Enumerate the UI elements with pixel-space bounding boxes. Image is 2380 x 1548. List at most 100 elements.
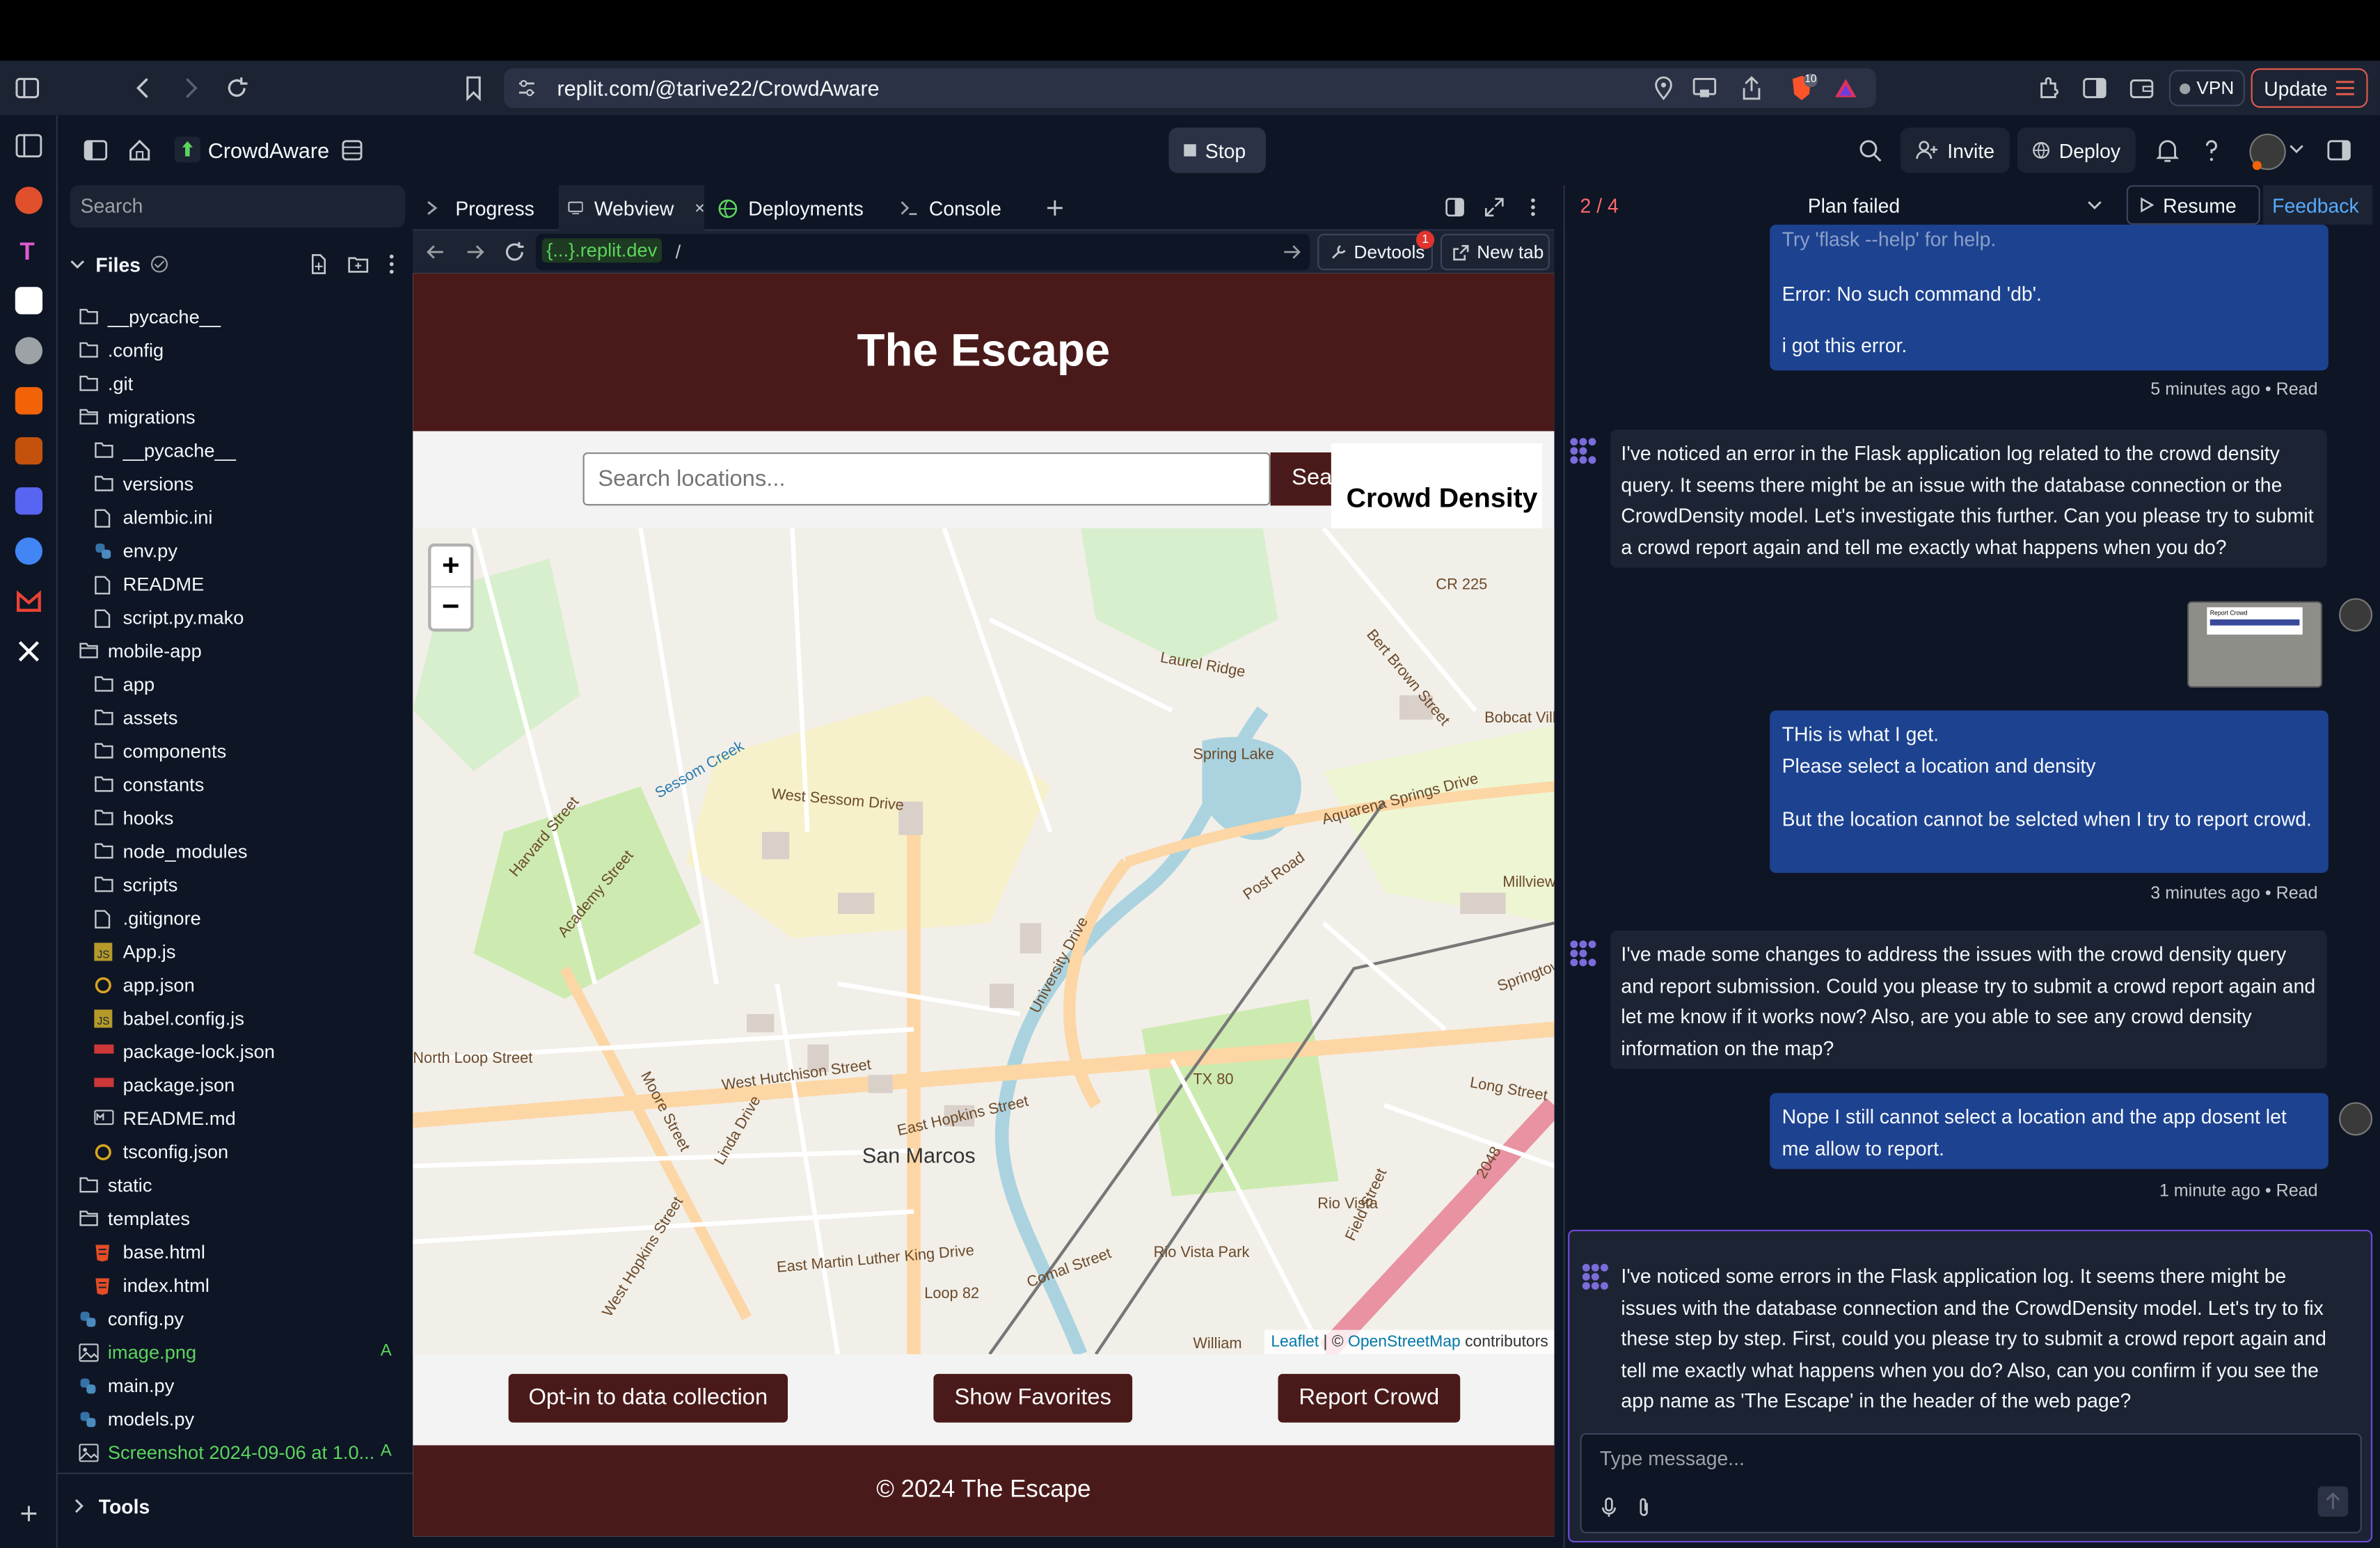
notifications-icon[interactable] <box>2155 136 2180 164</box>
file-tree-file[interactable]: .gitignore <box>58 902 413 935</box>
right-panel-icon[interactable] <box>2327 138 2351 162</box>
webview-url-bar[interactable]: {...}.replit.dev / <box>535 233 1310 271</box>
file-tree-file[interactable]: Screenshot 2024-09-06 at 1.0... A <box>58 1436 413 1469</box>
new-tab-button[interactable]: New tab <box>1440 233 1550 271</box>
location-search-input[interactable]: Search locations... <box>582 452 1271 506</box>
panel-icon[interactable] <box>15 132 42 159</box>
tab-deployments[interactable]: Deployments <box>718 185 870 230</box>
app-shortcut-s-icon[interactable] <box>15 487 43 515</box>
osm-link[interactable]: OpenStreetMap <box>1348 1333 1461 1351</box>
file-tree-file[interactable]: JS babel.config.js <box>58 1002 413 1036</box>
file-tree-file[interactable]: package.json <box>58 1069 413 1103</box>
search-icon[interactable] <box>1858 138 1882 162</box>
update-button[interactable]: Update <box>2251 68 2368 108</box>
tab-progress[interactable]: Progress <box>422 185 549 230</box>
close-icon[interactable] <box>695 202 704 214</box>
replit-2-icon[interactable] <box>15 437 43 465</box>
file-tree-folder[interactable]: __pycache__ <box>58 434 413 468</box>
sidebar-toggle-icon[interactable] <box>14 74 41 102</box>
file-tree-folder[interactable]: .config <box>58 334 413 368</box>
home-icon[interactable] <box>127 138 152 162</box>
go-arrow-icon[interactable] <box>1283 243 1301 261</box>
app-shortcut-3-icon[interactable] <box>15 287 43 315</box>
brave-shields-icon[interactable]: 10 <box>1788 73 1818 104</box>
add-tab-icon[interactable] <box>1046 199 1064 217</box>
more-options-icon[interactable] <box>388 253 395 275</box>
file-tree-folder[interactable]: components <box>58 735 413 768</box>
file-tree-file[interactable]: README.md <box>58 1102 413 1135</box>
file-tree-file[interactable]: base.html <box>58 1235 413 1269</box>
back-icon[interactable] <box>131 74 158 102</box>
invite-button[interactable]: Invite <box>1900 127 2010 173</box>
tools-section-header[interactable]: Tools <box>73 1494 150 1518</box>
bookmark-icon[interactable] <box>460 74 487 102</box>
feedback-button[interactable]: Feedback <box>2263 185 2373 225</box>
share-icon[interactable] <box>1741 76 1763 100</box>
show-favorites-button[interactable]: Show Favorites <box>933 1373 1133 1423</box>
file-tree-file[interactable]: config.py <box>58 1302 413 1336</box>
add-icon[interactable] <box>15 1500 42 1527</box>
address-bar[interactable]: replit.com/@tarive22/CrowdAware 10 <box>504 68 1876 108</box>
file-tree-file[interactable]: image.png A <box>58 1336 413 1369</box>
file-tree-file[interactable]: main.py <box>58 1369 413 1403</box>
file-tree-folder[interactable]: migrations <box>58 401 413 434</box>
file-tree-folder[interactable]: static <box>58 1169 413 1202</box>
reload-icon[interactable] <box>223 74 251 102</box>
toggle-sidebar-icon[interactable] <box>84 138 108 162</box>
devtools-button[interactable]: Devtools 1 <box>1317 230 1435 271</box>
leaflet-link[interactable]: Leaflet <box>1271 1333 1319 1351</box>
database-icon[interactable] <box>340 138 365 162</box>
file-tree-file[interactable]: README <box>58 568 413 601</box>
file-tree-folder[interactable]: templates <box>58 1202 413 1235</box>
file-tree-folder[interactable]: .git <box>58 368 413 401</box>
file-tree-file[interactable]: env.py <box>58 535 413 568</box>
file-tree-file[interactable]: alembic.ini <box>58 501 413 535</box>
plan-status-dropdown[interactable]: Plan failed <box>1762 187 2111 223</box>
project-name[interactable]: CrowdAware <box>208 138 329 162</box>
stop-button[interactable]: Stop <box>1168 127 1267 173</box>
file-tree-file[interactable]: JS App.js <box>58 935 413 969</box>
opt-in-button[interactable]: Opt-in to data collection <box>508 1373 788 1423</box>
file-tree-file[interactable]: index.html <box>58 1269 413 1302</box>
site-settings-icon[interactable] <box>516 77 538 99</box>
url-text[interactable]: replit.com/@tarive22/CrowdAware <box>557 76 879 100</box>
file-tree-file[interactable]: script.py.mako <box>58 601 413 635</box>
sidebar-panel-icon[interactable] <box>2081 74 2108 102</box>
extensions-icon[interactable] <box>2036 74 2063 102</box>
file-tree-folder[interactable]: mobile-app <box>58 635 413 668</box>
cast-icon[interactable] <box>1692 77 1717 99</box>
chevron-down-icon[interactable] <box>2289 143 2304 155</box>
split-pane-icon[interactable] <box>1445 198 1464 217</box>
new-folder-icon[interactable] <box>347 253 369 275</box>
file-tree-folder[interactable]: node_modules <box>58 835 413 869</box>
tab-console[interactable]: Console <box>900 185 1021 230</box>
chat-input[interactable]: Type message... <box>1580 1432 2362 1533</box>
sidebar-search-input[interactable]: Search <box>70 185 406 228</box>
report-crowd-button[interactable]: Report Crowd <box>1278 1373 1461 1423</box>
expand-icon[interactable] <box>1484 198 1504 217</box>
google-icon[interactable] <box>15 537 43 565</box>
wallet-icon[interactable] <box>2128 74 2155 102</box>
new-file-icon[interactable] <box>308 253 330 275</box>
deploy-button[interactable]: Deploy <box>2017 127 2136 173</box>
app-shortcut-2-icon[interactable]: T <box>15 237 42 264</box>
forward-icon[interactable] <box>176 74 203 102</box>
app-shortcut-1-icon[interactable] <box>15 187 43 214</box>
chatgpt-icon[interactable] <box>15 337 43 365</box>
file-tree-file[interactable]: models.py <box>58 1403 413 1436</box>
microphone-icon[interactable] <box>1600 1497 1618 1519</box>
webview-back-icon[interactable] <box>427 243 445 261</box>
zoom-in-button[interactable]: + <box>431 546 471 588</box>
resume-button[interactable]: Resume <box>2126 185 2260 225</box>
webview-path[interactable]: / <box>676 242 681 263</box>
map[interactable]: San Marcos University Drive East Hopkins… <box>413 528 1555 1354</box>
webview-forward-icon[interactable] <box>466 243 484 261</box>
file-tree-file[interactable]: app.json <box>58 969 413 1002</box>
file-tree-folder[interactable]: constants <box>58 768 413 802</box>
vpn-button[interactable]: VPN <box>2168 70 2245 106</box>
replit-icon[interactable] <box>15 387 43 415</box>
file-tree-folder[interactable]: scripts <box>58 869 413 902</box>
paperclip-icon[interactable] <box>1635 1497 1653 1519</box>
help-icon[interactable] <box>2199 136 2223 164</box>
brave-rewards-icon[interactable] <box>1834 76 1858 100</box>
